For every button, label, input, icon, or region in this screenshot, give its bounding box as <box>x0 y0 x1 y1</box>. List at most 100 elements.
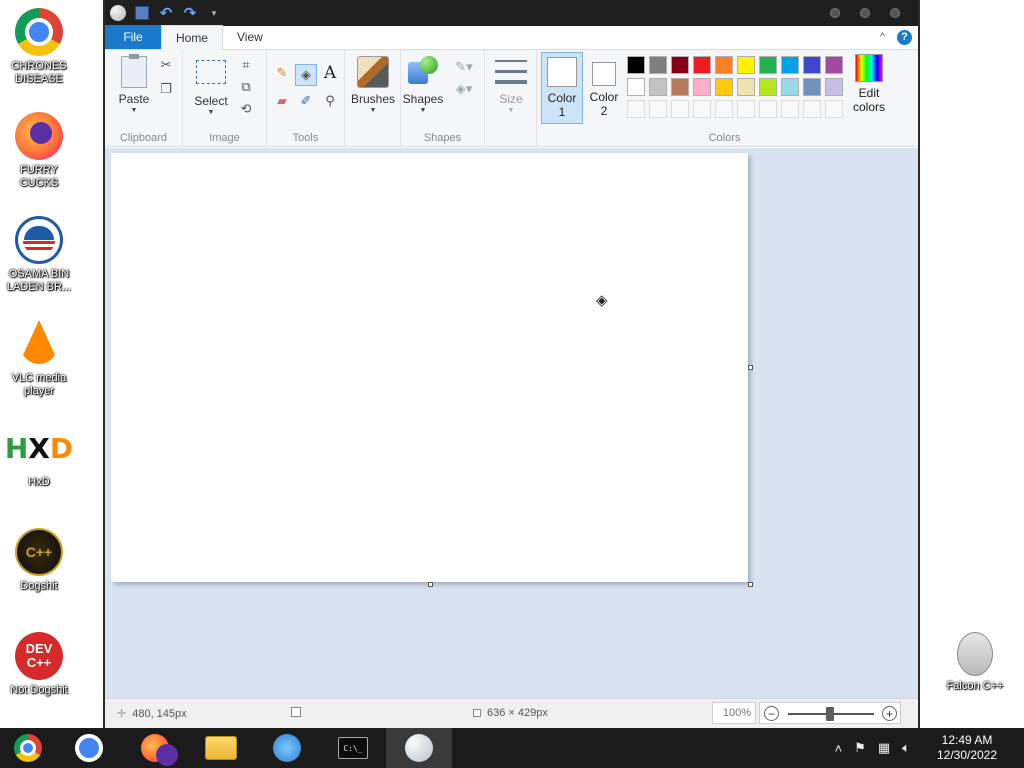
palette-swatch[interactable] <box>803 78 821 96</box>
save-icon[interactable] <box>133 4 151 22</box>
crop-icon[interactable]: ⌗ <box>237 56 255 74</box>
desktop-icon-hxd[interactable]: HXD HxD <box>0 424 78 489</box>
palette-swatch[interactable] <box>649 56 667 74</box>
redo-icon[interactable]: ↷ <box>181 4 199 22</box>
desktop-icon-vlc-media-player[interactable]: VLC media player <box>0 320 78 398</box>
eraser-icon[interactable]: ▰ <box>273 92 291 110</box>
resize-handle-corner[interactable] <box>748 582 753 587</box>
maximize-button[interactable] <box>860 8 870 18</box>
taskbar-chrome[interactable] <box>56 728 122 768</box>
taskbar-file-explorer[interactable] <box>188 728 254 768</box>
close-button[interactable] <box>890 8 900 18</box>
help-icon[interactable]: ? <box>897 29 912 45</box>
color1-button[interactable]: Color 1 <box>541 52 583 124</box>
palette-swatch[interactable] <box>781 78 799 96</box>
zoom-out-icon[interactable]: − <box>764 706 779 721</box>
copy-icon[interactable]: ❐ <box>157 80 175 98</box>
volume-icon[interactable]: 🔈︎ <box>902 740 910 756</box>
start-button[interactable] <box>0 728 56 768</box>
custom-color-slot[interactable] <box>715 100 733 118</box>
zoom-slider[interactable]: − + <box>759 702 901 724</box>
canvas-workarea[interactable]: ◈ <box>105 148 918 698</box>
taskbar-firefox[interactable] <box>122 728 188 768</box>
custom-color-slot[interactable] <box>737 100 755 118</box>
group-tools: ✎ ◈ A ▰ ✐ ⚲ Tools <box>267 50 345 147</box>
network-icon[interactable]: ▦ <box>878 740 890 756</box>
desktop-icon-osama-bin-laden[interactable]: OSAMA BIN LADEN BR... <box>0 216 78 294</box>
zoom-in-icon[interactable]: + <box>882 706 897 721</box>
title-bar: ↶ ↷ ▾ <box>105 0 918 26</box>
desktop-icon-dogshit[interactable]: C++ Dogshit <box>0 528 78 593</box>
undo-icon[interactable]: ↶ <box>157 4 175 22</box>
resize-icon[interactable]: ⧉ <box>237 78 255 96</box>
fill-icon[interactable]: ◈▾ <box>451 80 477 98</box>
palette-swatch[interactable] <box>671 78 689 96</box>
custom-color-slot[interactable] <box>803 100 821 118</box>
custom-color-slot[interactable] <box>649 100 667 118</box>
palette-swatch[interactable] <box>781 56 799 74</box>
tab-file[interactable]: File <box>105 25 161 49</box>
customize-qat-icon[interactable]: ▾ <box>205 4 223 22</box>
chevron-up-icon[interactable]: ˄ <box>835 741 843 756</box>
edit-colors-button[interactable]: Edit colors <box>847 52 891 124</box>
color2-button[interactable]: Color 2 <box>583 52 625 124</box>
palette-swatch[interactable] <box>759 78 777 96</box>
palette-swatch[interactable] <box>825 78 843 96</box>
palette-swatch[interactable] <box>759 56 777 74</box>
palette-swatch[interactable] <box>715 56 733 74</box>
custom-color-slot[interactable] <box>781 100 799 118</box>
select-button[interactable]: Select ▼ <box>189 60 233 118</box>
canvas-size: 636 × 429px <box>473 707 548 719</box>
resize-handle-right[interactable] <box>748 365 753 370</box>
desktop-icon-not-dogshit[interactable]: DEV C++ Not Dogshit <box>0 632 78 697</box>
color1-swatch <box>547 57 577 87</box>
palette-swatch[interactable] <box>693 56 711 74</box>
palette-swatch[interactable] <box>627 78 645 96</box>
desktop-icon-falcon-cpp[interactable]: Falcon C++ <box>936 632 1014 693</box>
color-picker-icon[interactable]: ✐ <box>297 92 315 110</box>
brushes-button[interactable]: Brushes ▼ <box>349 56 397 116</box>
taskbar-people[interactable] <box>254 728 320 768</box>
custom-color-slot[interactable] <box>627 100 645 118</box>
rotate-icon[interactable]: ⟲ <box>237 100 255 118</box>
text-tool-icon[interactable]: A <box>321 63 339 83</box>
clock-date: 12/30/2022 <box>936 748 998 762</box>
paint-app-icon[interactable] <box>109 4 127 22</box>
palette-swatch[interactable] <box>803 56 821 74</box>
tab-view[interactable]: View <box>223 25 277 49</box>
magnifier-icon[interactable]: ⚲ <box>321 92 339 110</box>
palette-swatch[interactable] <box>693 78 711 96</box>
palette-swatch[interactable] <box>737 56 755 74</box>
hxd-icon: HXD <box>5 424 73 472</box>
desktop-icon-furry-cucks[interactable]: FURRY CUCKS <box>0 112 78 190</box>
taskbar-command-prompt[interactable]: C:\_ <box>320 728 386 768</box>
custom-color-slot[interactable] <box>825 100 843 118</box>
minimize-ribbon-icon[interactable]: ^ <box>880 31 885 43</box>
cut-icon[interactable]: ✂ <box>157 56 175 74</box>
palette-swatch[interactable] <box>825 56 843 74</box>
clock[interactable]: 12:49 AM 12/30/2022 <box>922 733 1012 763</box>
custom-color-slot[interactable] <box>671 100 689 118</box>
custom-color-slot[interactable] <box>693 100 711 118</box>
fill-bucket-icon[interactable]: ◈ <box>295 64 317 86</box>
desktop-icon-chrones-disease[interactable]: CHRONES DISEASE <box>0 8 78 86</box>
size-button[interactable]: Size ▼ <box>491 58 531 116</box>
resize-handle-bottom[interactable] <box>428 582 433 587</box>
selection-size <box>291 707 301 717</box>
palette-swatch[interactable] <box>671 56 689 74</box>
shapes-button[interactable]: Shapes ▼ <box>401 56 445 116</box>
palette-swatch[interactable] <box>737 78 755 96</box>
palette-swatch[interactable] <box>627 56 645 74</box>
drawing-canvas[interactable]: ◈ <box>111 153 748 582</box>
palette-swatch[interactable] <box>715 78 733 96</box>
palette-swatch[interactable] <box>649 78 667 96</box>
outline-icon[interactable]: ✎▾ <box>451 58 477 76</box>
taskbar-paint[interactable] <box>386 728 452 768</box>
flag-icon[interactable]: ⚑ <box>854 740 866 756</box>
custom-color-slot[interactable] <box>759 100 777 118</box>
tab-home[interactable]: Home <box>161 25 224 50</box>
pencil-icon[interactable]: ✎ <box>273 64 291 82</box>
minimize-button[interactable] <box>830 8 840 18</box>
paste-button[interactable]: Paste ▼ <box>113 54 155 116</box>
zoom-thumb[interactable] <box>826 707 834 721</box>
